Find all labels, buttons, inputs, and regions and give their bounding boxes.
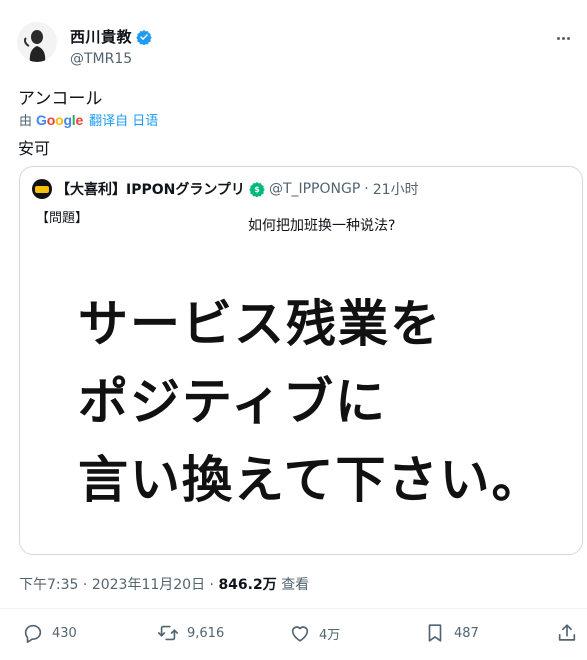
bookmark-count: 487 xyxy=(454,625,479,641)
quote-header: 【大喜利】IPPONグランプリ $ @T_IPPONGP · 21小时 xyxy=(32,179,419,199)
translation-attribution: 由 Google 翻译自 日语 xyxy=(19,110,158,130)
quote-author-name[interactable]: 【大喜利】IPPONグランプリ xyxy=(56,179,245,199)
author-name[interactable]: 西川貴教 xyxy=(70,26,132,47)
view-count: 846.2万 xyxy=(218,577,277,593)
bookmark-button[interactable]: 487 xyxy=(424,622,479,644)
tweet-time[interactable]: 下午7:35 xyxy=(19,577,78,593)
translated-text: 安可 xyxy=(18,139,51,158)
quote-separator: · xyxy=(364,181,369,197)
author-block: 西川貴教 @TMR15 xyxy=(70,26,152,67)
like-count: 4万 xyxy=(319,627,341,643)
quote-avatar[interactable] xyxy=(32,179,52,199)
quote-body-line: 言い換えて下さい。 xyxy=(78,450,544,509)
view-label: 查看 xyxy=(281,577,310,593)
share-button[interactable] xyxy=(556,622,578,644)
share-icon xyxy=(558,624,576,641)
avatar-image xyxy=(17,22,57,62)
heart-icon xyxy=(291,626,309,642)
meta-separator: · xyxy=(209,577,214,593)
quote-time[interactable]: 21小时 xyxy=(373,179,419,199)
verified-badge-icon xyxy=(136,29,152,45)
reply-count: 430 xyxy=(52,625,77,641)
quote-label: 【問題】 xyxy=(36,211,89,226)
like-button[interactable]: 4万 xyxy=(289,622,340,644)
quote-tweet-card[interactable]: 【大喜利】IPPONグランプリ $ @T_IPPONGP · 21小时 【問題】… xyxy=(19,166,583,555)
quote-handle[interactable]: @T_IPPONGP xyxy=(269,181,360,197)
more-icon[interactable] xyxy=(551,26,575,50)
retweet-icon xyxy=(158,625,178,641)
verified-business-badge-icon: $ xyxy=(249,182,265,197)
translate-source-link[interactable]: 翻译自 日语 xyxy=(89,110,158,129)
tweet-meta: 下午7:35 · 2023年11月20日 · 846.2万 查看 xyxy=(19,574,309,594)
retweet-button[interactable]: 9,616 xyxy=(157,622,224,644)
tweet-date[interactable]: 2023年11月20日 xyxy=(92,577,205,593)
author-avatar[interactable] xyxy=(17,22,57,62)
quote-body: サービス残業を ポジティブに 言い換えて下さい。 xyxy=(78,285,544,519)
author-handle[interactable]: @TMR15 xyxy=(70,51,152,67)
quote-body-line: ポジティブに xyxy=(78,372,387,431)
retweet-count: 9,616 xyxy=(187,625,225,641)
quote-body-line: サービス残業を xyxy=(78,294,442,353)
bookmark-icon xyxy=(428,624,442,642)
reply-icon xyxy=(24,624,42,643)
action-bar: 430 9,616 4万 487 xyxy=(0,618,587,650)
translate-prefix: 由 xyxy=(19,114,33,129)
quote-translation-overlay: 如何把加班换一种说法? xyxy=(248,218,396,234)
divider xyxy=(0,608,587,609)
meta-separator: · xyxy=(82,577,88,593)
svg-text:$: $ xyxy=(254,185,260,194)
google-logo: Google xyxy=(36,111,84,128)
tweet-text: アンコール xyxy=(18,89,103,109)
reply-button[interactable]: 430 xyxy=(22,622,77,644)
